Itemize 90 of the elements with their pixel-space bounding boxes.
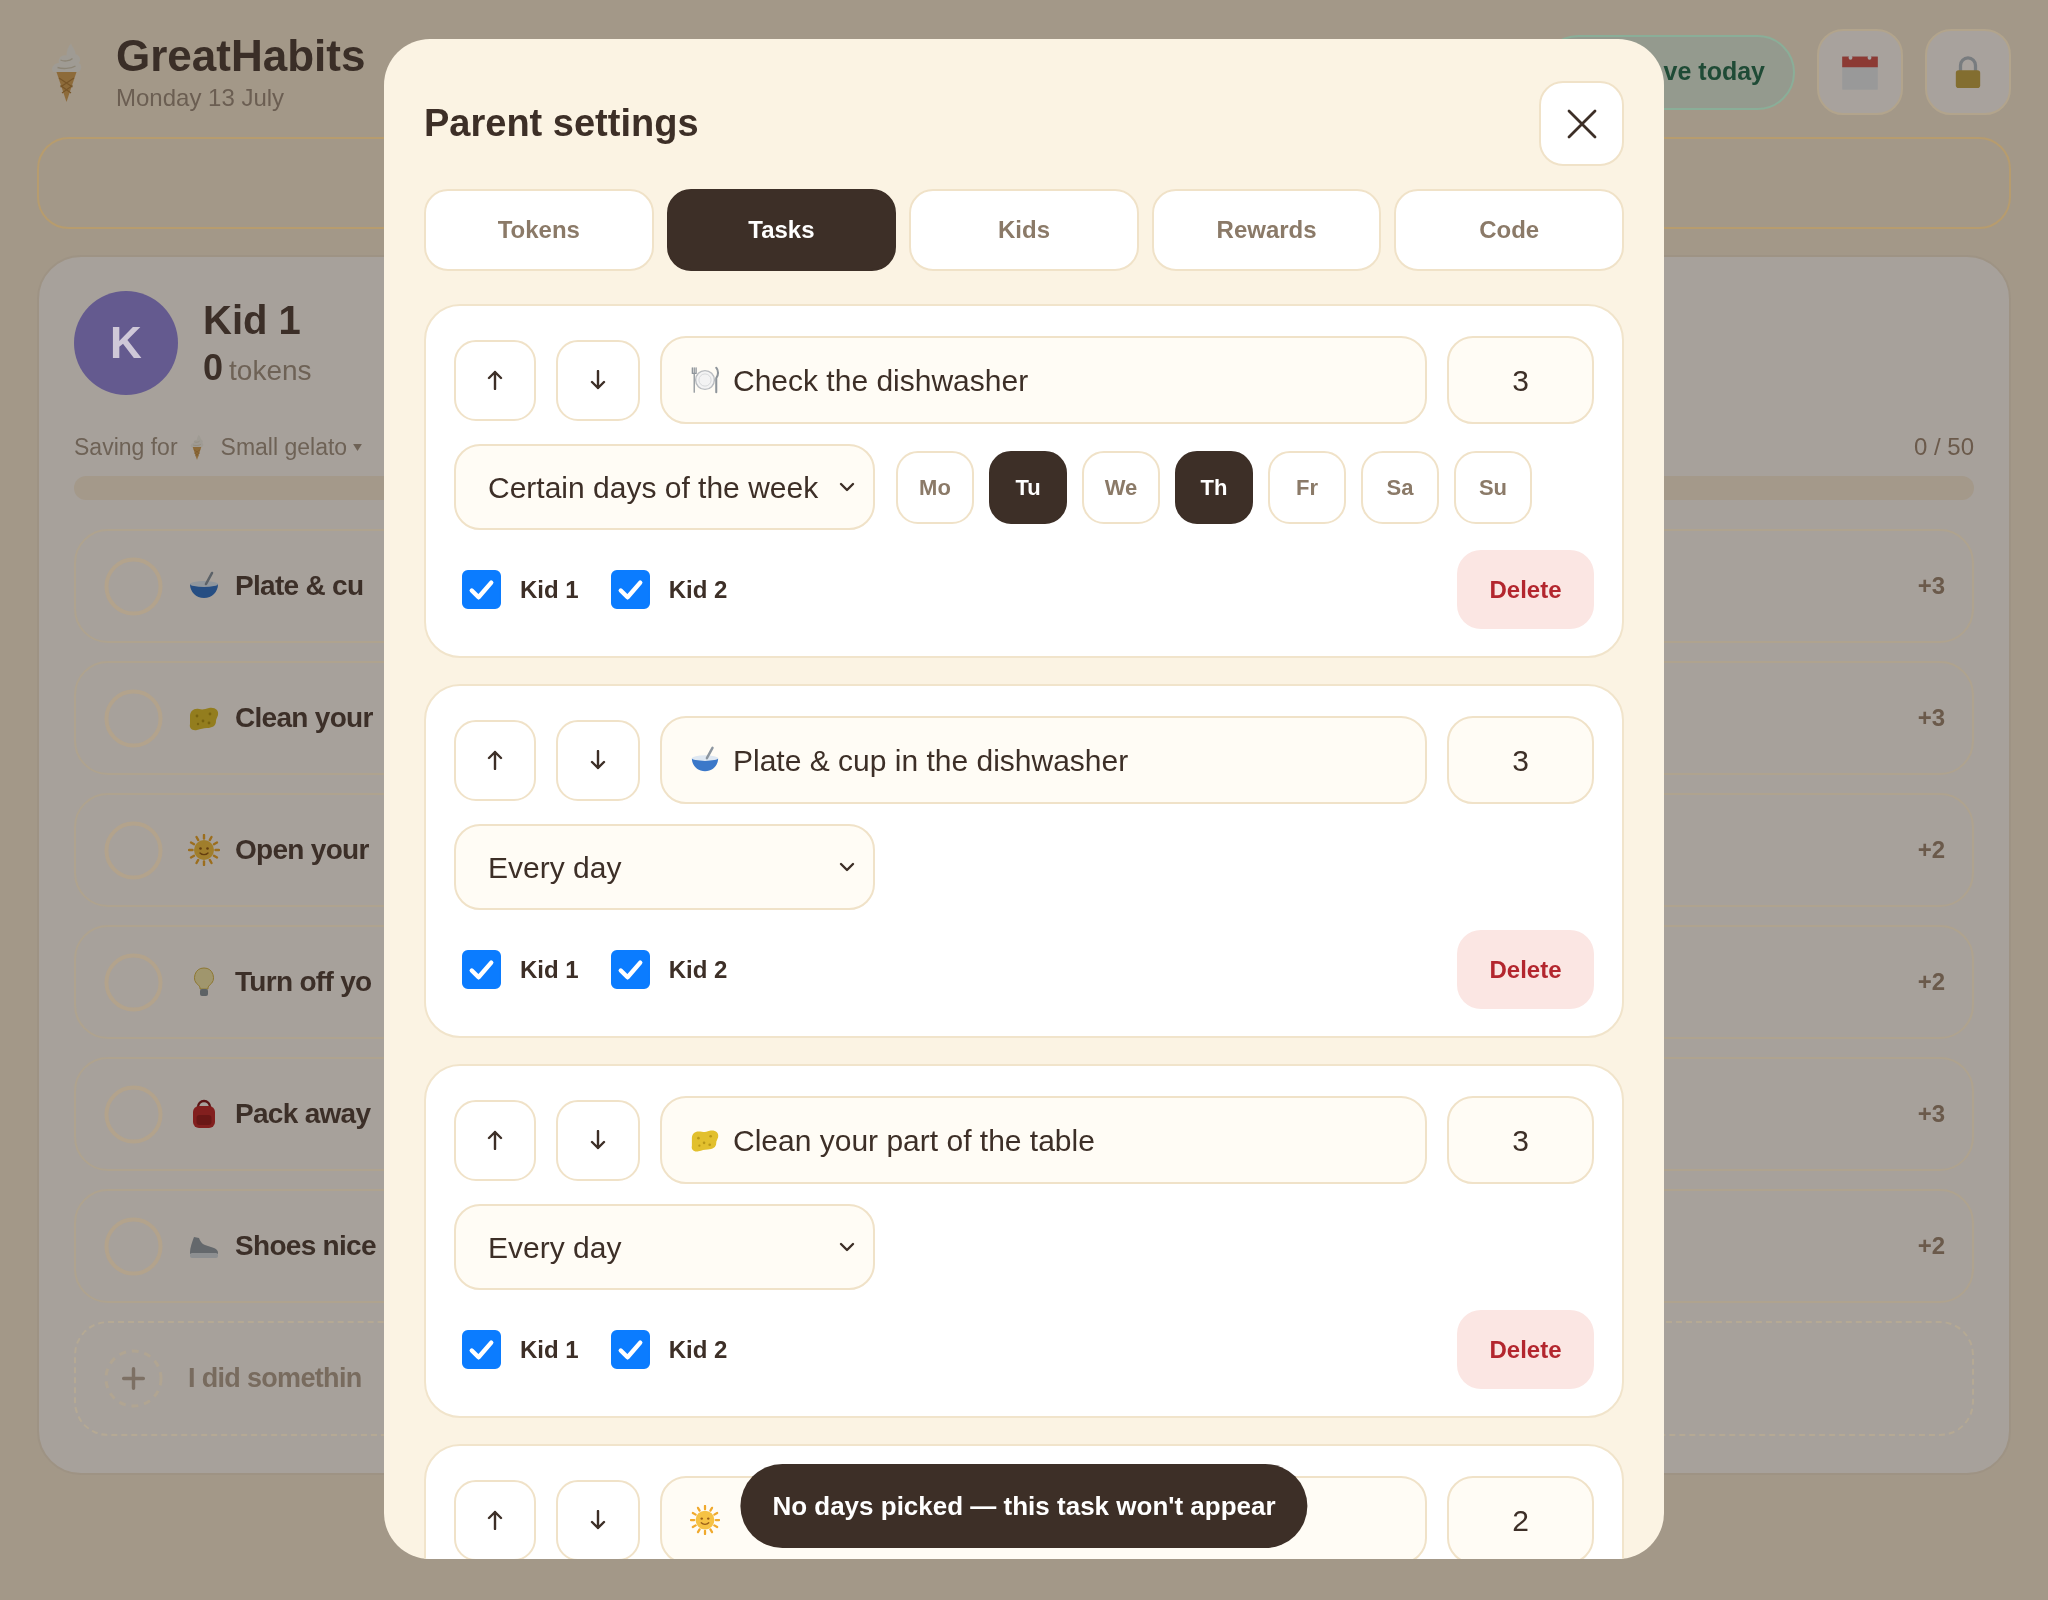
kid-label: Kid 2 <box>668 954 728 985</box>
day-chip[interactable]: Th <box>1175 450 1253 524</box>
task-points: +3 <box>1917 571 1945 601</box>
plate-icon <box>690 365 720 395</box>
date-text: Monday 13 July <box>116 86 286 110</box>
delete-button[interactable]: Delete <box>1457 930 1594 1009</box>
move-down-button[interactable] <box>556 719 640 801</box>
day-chip[interactable]: Tu <box>989 450 1067 524</box>
arrow-down-icon <box>590 1130 606 1150</box>
tab[interactable]: Code <box>1394 189 1624 271</box>
kid-label: Kid 1 <box>520 954 579 985</box>
kid-label: Kid 2 <box>668 1334 728 1365</box>
caret-icon <box>353 443 363 451</box>
task-label: Turn off yo <box>235 965 372 999</box>
task-label: Clean your <box>235 701 373 735</box>
points-field[interactable]: 3 <box>1447 1096 1594 1184</box>
day-chip[interactable]: Mo <box>896 450 974 524</box>
schedule-select[interactable]: Certain days of the week <box>454 444 875 530</box>
progress-text: 0 / 50 <box>1913 432 1974 462</box>
arrow-down-icon <box>590 370 606 390</box>
task-label: Shoes nice <box>235 1229 376 1263</box>
kid-label: Kid 1 <box>520 1334 579 1365</box>
token-label: tokens <box>229 357 312 385</box>
task-label: Open your <box>235 833 369 867</box>
move-up-button[interactable] <box>454 1099 536 1181</box>
day-chip[interactable]: Su <box>1454 450 1532 524</box>
warning-toast: No days picked — this task won't appear <box>740 1464 1308 1548</box>
checkbox[interactable] <box>462 1330 501 1369</box>
arrow-down-icon <box>590 750 606 770</box>
app-title: GreatHabits <box>116 34 366 78</box>
delete-button[interactable]: Delete <box>1457 1310 1594 1389</box>
task-points: +3 <box>1917 1099 1945 1129</box>
move-down-button[interactable] <box>556 1479 640 1559</box>
day-chip[interactable]: We <box>1082 450 1160 524</box>
checkbox[interactable] <box>610 1330 650 1369</box>
kid-name: Kid 1 <box>203 300 302 340</box>
points-field[interactable]: 2 <box>1447 1476 1594 1559</box>
tab[interactable]: Tasks <box>666 189 897 271</box>
schedule-select[interactable]: Every day <box>454 824 875 910</box>
calendar-button[interactable] <box>1817 29 1903 115</box>
task-label: Plate & cu <box>235 569 364 603</box>
ice-cream-icon <box>188 434 205 460</box>
lock-icon <box>1953 55 1983 89</box>
token-count: 0 <box>203 350 224 386</box>
task-points: +2 <box>1917 1231 1945 1261</box>
tab[interactable]: Tokens <box>424 189 654 271</box>
checkbox[interactable] <box>462 570 501 609</box>
move-down-button[interactable] <box>556 1099 640 1181</box>
move-up-button[interactable] <box>454 339 536 421</box>
arrow-up-icon <box>487 1130 503 1150</box>
arrow-up-icon <box>487 1510 503 1530</box>
chevron-down-icon <box>839 482 855 492</box>
task-points: +2 <box>1917 835 1945 865</box>
delete-button[interactable]: Delete <box>1457 550 1594 629</box>
checkbox[interactable] <box>462 950 501 989</box>
move-up-button[interactable] <box>454 1479 536 1559</box>
move-down-button[interactable] <box>556 339 640 421</box>
move-up-button[interactable] <box>454 719 536 801</box>
task-points: +2 <box>1917 967 1945 997</box>
day-chip[interactable]: Fr <box>1268 450 1346 524</box>
close-icon <box>1566 108 1597 139</box>
sun-icon <box>188 834 220 866</box>
saving-label: Saving for <box>74 432 178 462</box>
checkbox[interactable] <box>610 570 650 609</box>
tab[interactable]: Rewards <box>1151 189 1382 271</box>
task-name-field[interactable]: Clean your part of the table <box>660 1096 1427 1184</box>
task-points: +3 <box>1917 703 1945 733</box>
checkbox[interactable] <box>610 950 650 989</box>
lock-button[interactable] <box>1925 29 2011 115</box>
calendar-icon <box>1841 53 1879 91</box>
arrow-up-icon <box>487 750 503 770</box>
task-name-field[interactable]: Plate & cup in the dishwasher <box>660 716 1427 804</box>
points-field[interactable]: 3 <box>1447 716 1594 804</box>
avatar: K <box>74 291 178 395</box>
points-field[interactable]: 3 <box>1447 336 1594 424</box>
task-name-field[interactable]: Check the dishwasher <box>660 336 1427 424</box>
kid-label: Kid 1 <box>520 574 579 605</box>
chevron-down-icon <box>839 862 855 872</box>
kid-label: Kid 2 <box>668 574 728 605</box>
arrow-up-icon <box>487 370 503 390</box>
dialog-title: Parent settings <box>424 101 699 146</box>
plus-icon[interactable] <box>104 1349 163 1408</box>
arrow-down-icon <box>590 1510 606 1530</box>
task-label: Pack away <box>235 1097 371 1131</box>
chevron-down-icon <box>839 1242 855 1252</box>
tab[interactable]: Kids <box>909 189 1139 271</box>
schedule-select[interactable]: Every day <box>454 1204 875 1290</box>
day-chip[interactable]: Sa <box>1361 450 1439 524</box>
sun-icon <box>690 1505 720 1535</box>
close-button[interactable] <box>1539 81 1624 166</box>
